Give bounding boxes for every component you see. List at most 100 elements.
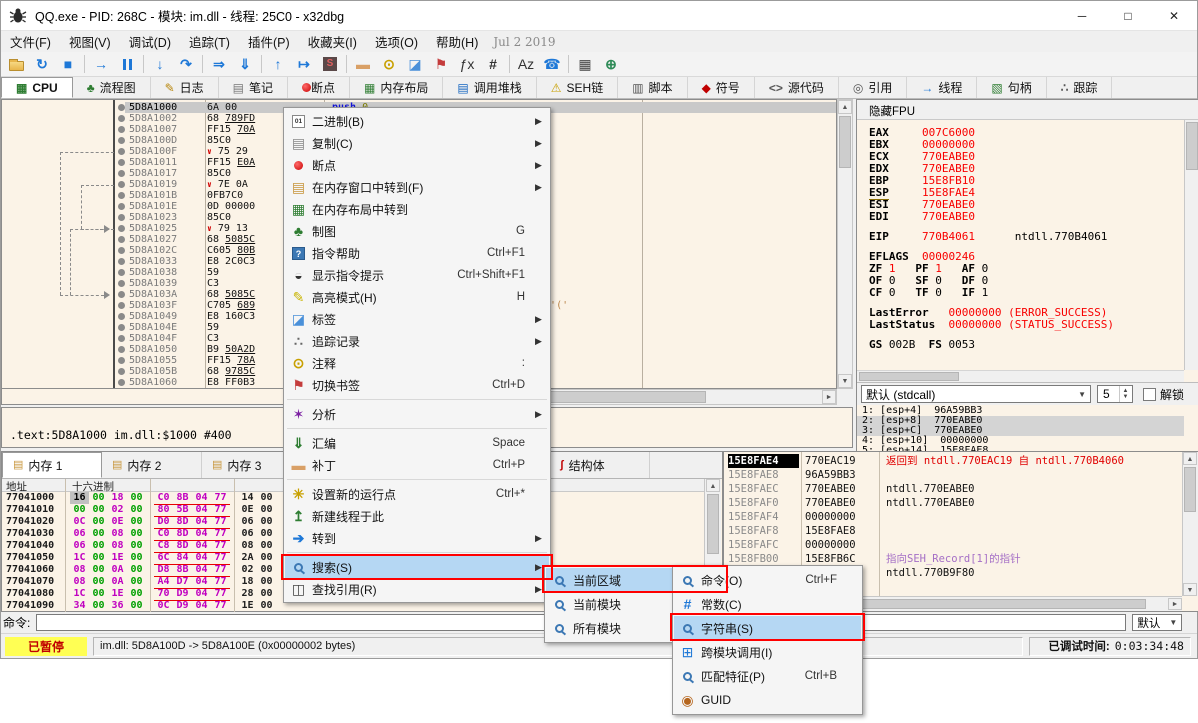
breakpoint-dot-icon[interactable] xyxy=(118,148,125,155)
menu-item-instruction-help[interactable]: ?指令帮助Ctrl+F1 xyxy=(285,242,549,264)
segment-row[interactable]: GS 002B FS 0053 xyxy=(869,339,1184,351)
step-out-button[interactable]: ↑ xyxy=(265,53,291,76)
breakpoint-dot-icon[interactable] xyxy=(118,170,125,177)
tab-handles[interactable]: ▧句柄 xyxy=(977,77,1046,98)
registers-list[interactable]: EAX 007C6000EBX 00000000ECX 770EABE0 EDX… xyxy=(857,120,1184,370)
menu-item-trace-record[interactable]: ∴追踪记录▶ xyxy=(285,330,549,352)
menu-item-patch[interactable]: ▬补丁Ctrl+P xyxy=(285,454,549,476)
breakpoint-dot-icon[interactable] xyxy=(118,247,125,254)
breakpoint-dot-icon[interactable] xyxy=(118,302,125,309)
tab-log[interactable]: ✎日志 xyxy=(151,77,219,98)
menubar-item-3[interactable]: 追踪(T) xyxy=(180,30,239,53)
menu-item-new-origin[interactable]: ✳设置新的运行点Ctrl+* xyxy=(285,483,549,505)
breakpoint-dot-icon[interactable] xyxy=(118,181,125,188)
minimize-button[interactable]: ─ xyxy=(1059,1,1105,31)
submenu-item-search-pattern[interactable]: 匹配特征(P)Ctrl+B xyxy=(674,664,861,688)
preferences-globe-button[interactable]: ⊕ xyxy=(598,53,624,76)
tab-references[interactable]: ◎引用 xyxy=(839,77,908,98)
submenu-item-search-guid[interactable]: ◉GUID xyxy=(674,688,861,712)
register-row[interactable]: EDI 770EABE0 xyxy=(869,211,1184,223)
submenu-item-search-command[interactable]: 命令(O)Ctrl+F xyxy=(674,568,861,592)
az-button[interactable]: Az xyxy=(513,53,539,76)
run-to-selection-button[interactable]: ⇒ xyxy=(206,53,232,76)
breakpoint-dot-icon[interactable] xyxy=(118,236,125,243)
stack-row[interactable]: 15E8FAE4770EAC19返回到 ntdll.770EAC19 自 ntd… xyxy=(724,454,1183,468)
flags-row[interactable]: CF 0 TF 0 IF 1 xyxy=(869,287,1184,299)
breakpoint-dot-icon[interactable] xyxy=(118,137,125,144)
menu-item-graph[interactable]: ♣制图G xyxy=(285,220,549,242)
command-profile-select[interactable]: 默认 ▼ xyxy=(1132,614,1182,631)
menu-item-breakpoint[interactable]: 断点▶ xyxy=(285,154,549,176)
registers-hscrollbar[interactable] xyxy=(857,370,1184,382)
scroll-down-icon[interactable]: ▼ xyxy=(838,374,852,388)
submenu-item-search-intermodular[interactable]: ⊞跨模块调用(I) xyxy=(674,640,861,664)
tab-cpu[interactable]: ▦CPU xyxy=(1,77,73,98)
run-to-user-code-button[interactable]: ↦ xyxy=(291,53,317,76)
stack-vscrollbar[interactable]: ▲ ▼ xyxy=(1182,452,1198,596)
tab-graph[interactable]: ♣流程图 xyxy=(73,77,151,98)
menu-item-memory-window[interactable]: ▤在内存窗口中转到(F)▶ xyxy=(285,176,549,198)
dump-tab-1[interactable]: ▤内存 2 xyxy=(102,452,202,478)
attach-button[interactable]: ☎ xyxy=(539,53,565,76)
menubar-item-5[interactable]: 收藏夹(I) xyxy=(299,30,366,53)
menu-item-search[interactable]: 搜索(S)▶ xyxy=(285,556,549,578)
menu-item-highlight[interactable]: ✎高亮模式(H)H xyxy=(285,286,549,308)
stack-row[interactable]: 15E8FB0015E8FB6C指向SEH_Record[1]的指针 xyxy=(724,552,1183,566)
scroll-up-icon[interactable]: ▲ xyxy=(838,100,852,114)
registers-vscrollbar[interactable] xyxy=(1184,120,1198,370)
stack-row[interactable]: 15E8FAF0770EABE0ntdll.770EABE0 xyxy=(724,496,1183,510)
menu-item-find-references[interactable]: ◫查找引用(R)▶ xyxy=(285,578,549,600)
menu-item-binary[interactable]: 01二进制(B)▶ xyxy=(285,110,549,132)
menu-item-new-thread[interactable]: ↥新建线程于此 xyxy=(285,505,549,527)
comment-button[interactable]: ⊙ xyxy=(376,53,402,76)
breakpoint-dot-icon[interactable] xyxy=(118,192,125,199)
menu-item-memory-map[interactable]: ▦在内存布局中转到 xyxy=(285,198,549,220)
execute-till-return-button[interactable]: ⇓ xyxy=(232,53,258,76)
breakpoint-dot-icon[interactable] xyxy=(118,357,125,364)
menu-item-analyze[interactable]: ✶分析▶ xyxy=(285,403,549,425)
breakpoint-dot-icon[interactable] xyxy=(118,126,125,133)
breakpoint-dot-icon[interactable] xyxy=(118,115,125,122)
stack-row[interactable]: 15E8FAE896A59BB3 xyxy=(724,468,1183,482)
scroll-right-icon[interactable]: ► xyxy=(1168,598,1182,610)
arg-count-stepper[interactable]: 5 ▲▼ xyxy=(1097,385,1133,403)
breakpoint-dot-icon[interactable] xyxy=(118,269,125,276)
patch-button[interactable]: ▬ xyxy=(350,53,376,76)
submenu-item-search-string[interactable]: 字符串(S) xyxy=(674,616,861,640)
maximize-button[interactable]: □ xyxy=(1105,1,1151,31)
breakpoint-dot-icon[interactable] xyxy=(118,225,125,232)
menubar-item-2[interactable]: 调试(D) xyxy=(120,30,180,53)
register-row[interactable]: LastStatus 00000000 (STATUS_SUCCESS) xyxy=(869,319,1184,331)
tab-notes[interactable]: ▤笔记 xyxy=(219,77,288,98)
stack-row[interactable]: 15E8FAF815E8FAE8 xyxy=(724,524,1183,538)
register-row[interactable]: EIP 770B4061 ntdll.770B4061 xyxy=(869,231,1184,243)
breakpoint-dot-icon[interactable] xyxy=(118,203,125,210)
calculator-button[interactable]: ▦ xyxy=(572,53,598,76)
menu-item-bookmark[interactable]: ⚑切换书签Ctrl+D xyxy=(285,374,549,396)
unlock-checkbox[interactable] xyxy=(1143,388,1156,401)
dump-tab-4[interactable]: ʃ结构体 xyxy=(550,452,650,478)
label-button[interactable]: ◪ xyxy=(402,53,428,76)
tab-memmap[interactable]: ▦内存布局 xyxy=(350,77,443,98)
stack-row[interactable]: 15E8FAEC770EABE0ntdll.770EABE0 xyxy=(724,482,1183,496)
scroll-up-icon[interactable]: ▲ xyxy=(1183,452,1197,465)
stop-button[interactable]: ■ xyxy=(55,53,81,76)
breakpoint-dot-icon[interactable] xyxy=(118,346,125,353)
tab-symbols[interactable]: ◆符号 xyxy=(688,77,755,98)
arguments-list[interactable]: 1: [esp+4] 96A59BB32: [esp+8] 770EABE0 3… xyxy=(857,405,1184,457)
run-button[interactable]: → xyxy=(88,53,114,76)
tab-trace[interactable]: ∴跟踪 xyxy=(1047,77,1113,98)
breakpoint-dot-icon[interactable] xyxy=(118,324,125,331)
menubar-item-6[interactable]: 选项(O) xyxy=(366,30,427,53)
scroll-right-icon[interactable]: ► xyxy=(822,390,836,404)
breakpoint-dot-icon[interactable] xyxy=(118,280,125,287)
stepper-arrows-icon[interactable]: ▲▼ xyxy=(1119,386,1131,402)
scroll-up-icon[interactable]: ▲ xyxy=(706,479,720,492)
restart-button[interactable]: ↻ xyxy=(29,53,55,76)
calling-convention-select[interactable]: 默认 (stdcall) ▼ xyxy=(861,385,1091,403)
step-over-button[interactable]: ↷ xyxy=(173,53,199,76)
fx-button[interactable]: ƒx xyxy=(454,53,480,76)
stack-row[interactable]: 15E8FAF400000000 xyxy=(724,510,1183,524)
pause-button[interactable] xyxy=(114,53,140,76)
step-into-button[interactable]: ↓ xyxy=(147,53,173,76)
